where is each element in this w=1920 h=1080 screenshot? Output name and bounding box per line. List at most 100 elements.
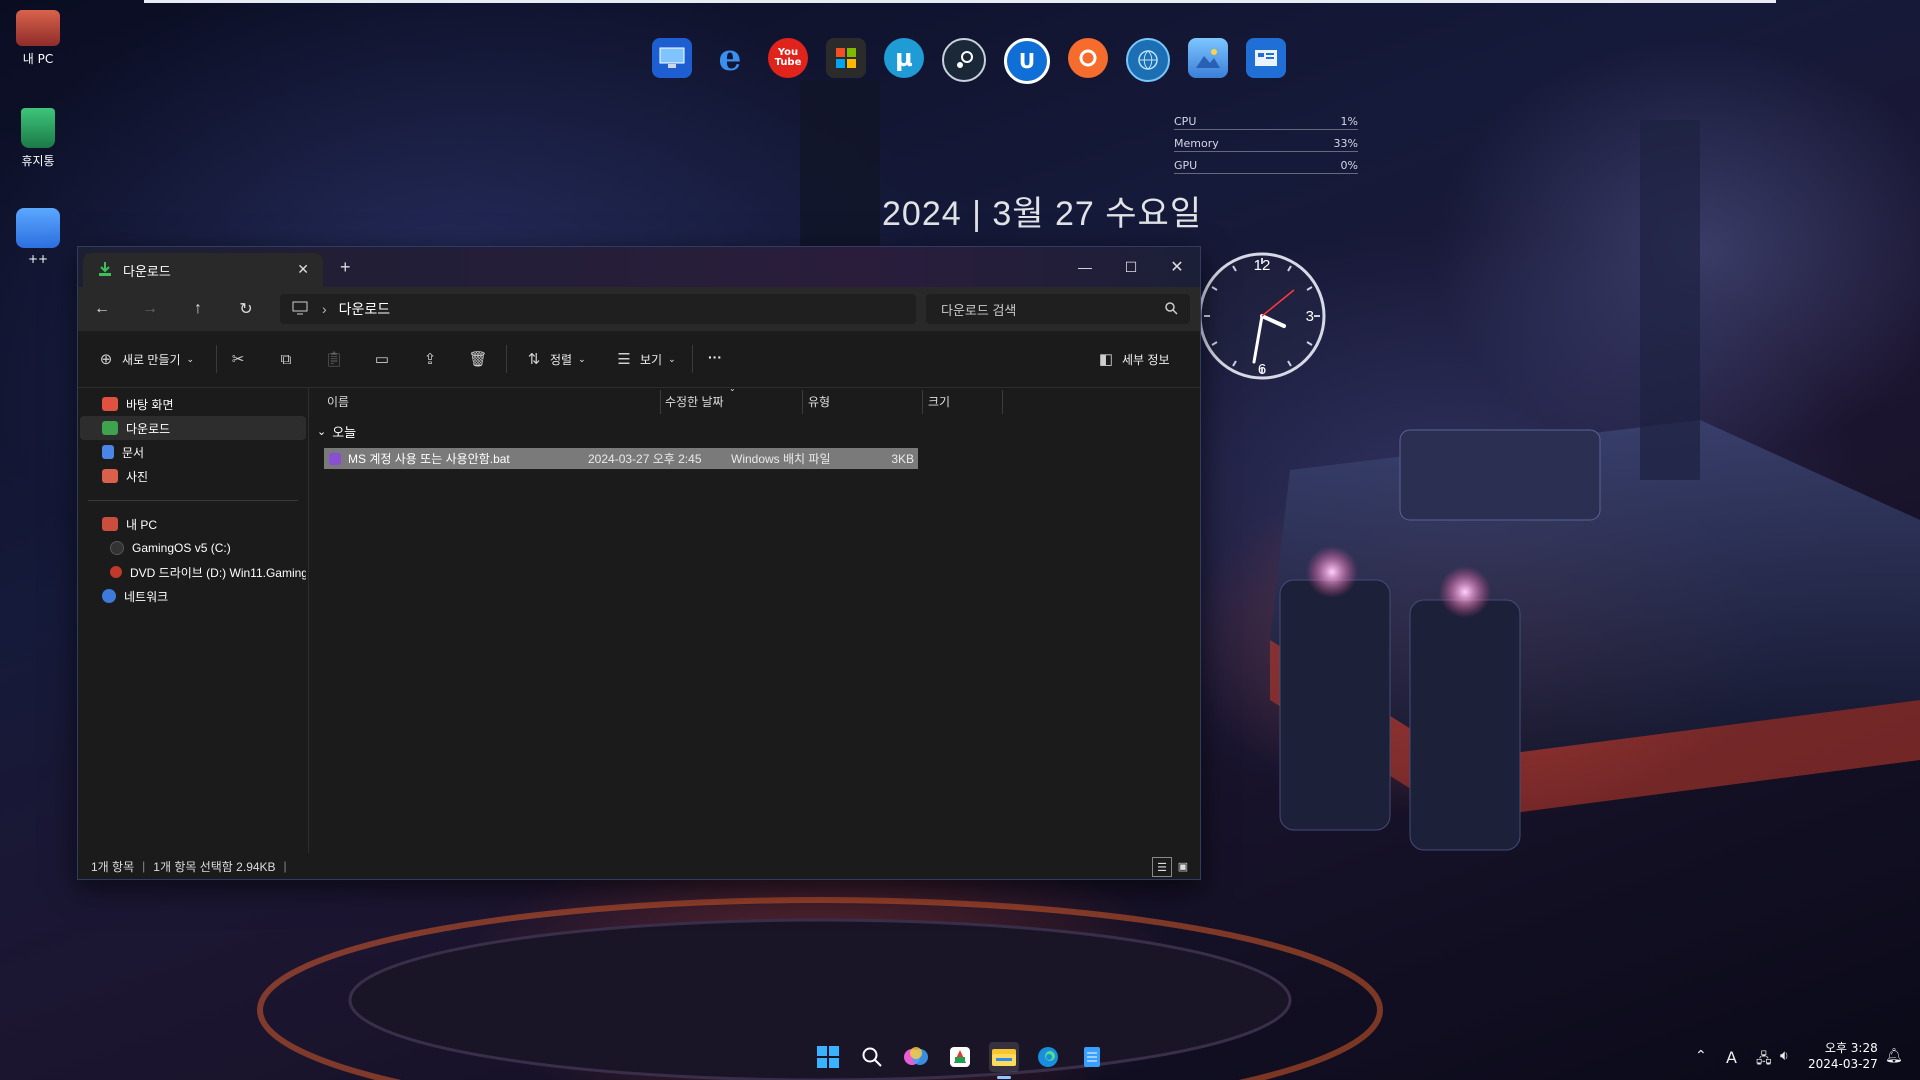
column-divider[interactable] <box>1002 390 1003 414</box>
file-name: MS 계정 사용 또는 사용안함.bat <box>348 452 510 466</box>
details-label: 세부 정보 <box>1122 352 1170 367</box>
chevron-down-icon: ⌄ <box>186 353 195 364</box>
youtube-icon[interactable]: You Tube <box>768 38 808 78</box>
pictures-icon <box>102 469 118 483</box>
tiles-view-button[interactable]: ▣ <box>1174 857 1192 875</box>
nav-item-network[interactable]: 네트워크 <box>80 584 306 608</box>
nav-item-pictures[interactable]: 사진 <box>80 464 306 488</box>
details-pane-button[interactable]: ◧ 세부 정보 <box>1096 349 1170 369</box>
details-view-button[interactable]: ☰ <box>1152 857 1172 877</box>
nav-label: 다운로드 <box>126 421 171 436</box>
uplay-icon[interactable]: U <box>1004 38 1050 84</box>
column-divider[interactable] <box>660 390 661 414</box>
analog-clock-widget: 12 3 6 <box>1198 252 1326 380</box>
start-icon[interactable] <box>813 1042 843 1072</box>
monitor-icon <box>102 517 118 531</box>
nav-item-dvd-drive[interactable]: DVD 드라이브 (D:) Win11.Gaming <box>80 560 306 584</box>
paste-button[interactable]: 📋︎ <box>324 349 344 369</box>
network-icon[interactable]: 🖧︎ <box>1756 1048 1772 1072</box>
close-tab-icon[interactable]: ✕ <box>297 261 309 278</box>
nav-label: DVD 드라이브 (D:) Win11.Gaming <box>130 565 306 580</box>
paste-icon: 📋︎ <box>324 351 344 368</box>
nav-label: 네트워크 <box>124 589 169 604</box>
group-header-today[interactable]: ⌄ 오늘 <box>317 422 356 441</box>
desktop-icon-folder[interactable]: ++ <box>8 208 68 266</box>
column-divider[interactable] <box>922 390 923 414</box>
more-options-button[interactable]: ··· <box>708 349 722 365</box>
nav-item-this-pc[interactable]: 내 PC <box>80 512 306 536</box>
photos-icon[interactable] <box>1188 38 1228 78</box>
taskbar: ⌃ A 🖧︎ 🔉︎ 오후 3:28 2024-03-27 🔔︎ <box>0 1034 1920 1080</box>
chevron-up-icon[interactable]: ⌃ <box>1695 1048 1707 1064</box>
breadcrumb-chevron-icon[interactable]: › <box>322 301 327 317</box>
new-button[interactable]: ⊕ 새로 만들기 ⌄ <box>96 349 194 369</box>
new-tab-button[interactable]: + <box>340 257 351 278</box>
forward-button[interactable]: → <box>126 287 174 331</box>
steam-icon[interactable] <box>942 38 986 82</box>
office-icon[interactable] <box>945 1042 975 1072</box>
column-header-size[interactable]: 크기 <box>928 388 988 414</box>
input-method-indicator[interactable]: A <box>1726 1048 1737 1067</box>
nav-item-drive-c[interactable]: GamingOS v5 (C:) <box>80 536 306 560</box>
column-header-type[interactable]: 유형 <box>808 388 918 414</box>
nav-item-downloads[interactable]: 다운로드 <box>80 416 306 440</box>
perf-row-gpu: GPU 0% <box>1174 152 1358 174</box>
perf-value: 0% <box>1340 159 1358 172</box>
minimize-button[interactable]: — <box>1062 247 1108 287</box>
clock-numeral-6: 6 <box>1258 361 1266 378</box>
download-icon <box>97 261 113 280</box>
title-bar[interactable]: 다운로드 ✕ + — ☐ ✕ <box>78 247 1200 287</box>
column-header-modified[interactable]: 수정한 날짜 ⌄ <box>665 384 805 414</box>
volume-icon[interactable]: 🔉︎ <box>1780 1048 1789 1064</box>
taskbar-clock[interactable]: 오후 3:28 2024-03-27 <box>1808 1040 1878 1072</box>
nav-item-desktop[interactable]: 바탕 화면 <box>80 392 306 416</box>
cut-icon: ✂ <box>231 351 245 368</box>
chevron-down-icon: ⌄ <box>668 353 676 364</box>
notepad-icon[interactable] <box>1077 1042 1107 1072</box>
nav-label: 내 PC <box>126 517 158 532</box>
origin-icon[interactable] <box>1068 38 1108 78</box>
share-button[interactable]: ⇪ <box>420 349 440 369</box>
file-row[interactable]: MS 계정 사용 또는 사용안함.bat 2024-03-27 오후 2:45 … <box>324 448 918 469</box>
delete-button[interactable]: 🗑︎ <box>468 349 488 369</box>
up-button[interactable]: ↑ <box>174 287 222 331</box>
edge-icon[interactable] <box>1033 1042 1063 1072</box>
column-divider[interactable] <box>802 390 803 414</box>
back-button[interactable]: ← <box>78 287 126 331</box>
document-icon <box>102 445 114 459</box>
view-list-icon: ☰ <box>617 351 631 368</box>
copy-button[interactable]: ⧉ <box>276 349 296 369</box>
refresh-button[interactable]: ↻ <box>222 287 270 331</box>
close-window-button[interactable]: ✕ <box>1154 247 1200 287</box>
this-pc-icon[interactable] <box>652 38 692 78</box>
network-globe-icon[interactable] <box>1126 38 1170 82</box>
notification-bell-icon[interactable]: 🔔︎ <box>1885 1048 1903 1064</box>
search-box[interactable]: 다운로드 검색 <box>926 294 1190 324</box>
nav-item-documents[interactable]: 문서 <box>80 440 306 464</box>
column-header-name[interactable]: 이름 <box>327 388 567 414</box>
file-explorer-icon[interactable] <box>989 1042 1019 1072</box>
explorer-body: 바탕 화면 다운로드 문서 사진 내 PC GamingOS v5 (C:) D… <box>78 384 1200 879</box>
desktop-icon-this-pc[interactable]: 내 PC <box>8 10 68 67</box>
cut-button[interactable]: ✂ <box>228 349 248 369</box>
copilot-icon[interactable] <box>901 1042 931 1072</box>
edge-legacy-icon[interactable]: e <box>710 37 750 79</box>
status-bar: 1개 항목 | 1개 항목 선택함 2.94KB | ☰ ▣ <box>78 853 1200 879</box>
tab-downloads[interactable]: 다운로드 ✕ <box>83 253 323 287</box>
control-panel-icon[interactable] <box>1246 38 1286 78</box>
drive-icon <box>110 541 124 555</box>
maximize-button[interactable]: ☐ <box>1108 247 1154 287</box>
sort-icon: ⇅ <box>527 351 541 368</box>
address-bar[interactable]: › 다운로드 <box>280 294 916 324</box>
folder-icon <box>16 208 60 248</box>
desktop-icon-recycle-bin[interactable]: 휴지통 <box>8 108 68 169</box>
view-button[interactable]: ☰ 보기 ⌄ <box>614 349 676 369</box>
desktop-icon-label: 내 PC <box>22 52 54 66</box>
breadcrumb-current[interactable]: 다운로드 <box>339 299 391 319</box>
utorrent-icon[interactable]: µ <box>884 38 924 78</box>
rename-button[interactable]: ▭ <box>372 349 392 369</box>
microsoft-store-icon[interactable] <box>826 38 866 78</box>
sort-button[interactable]: ⇅ 정렬 ⌄ <box>524 349 586 369</box>
address-toolbar: ← → ↑ ↻ › 다운로드 다운로드 검색 <box>78 287 1200 331</box>
search-icon[interactable] <box>857 1042 887 1072</box>
